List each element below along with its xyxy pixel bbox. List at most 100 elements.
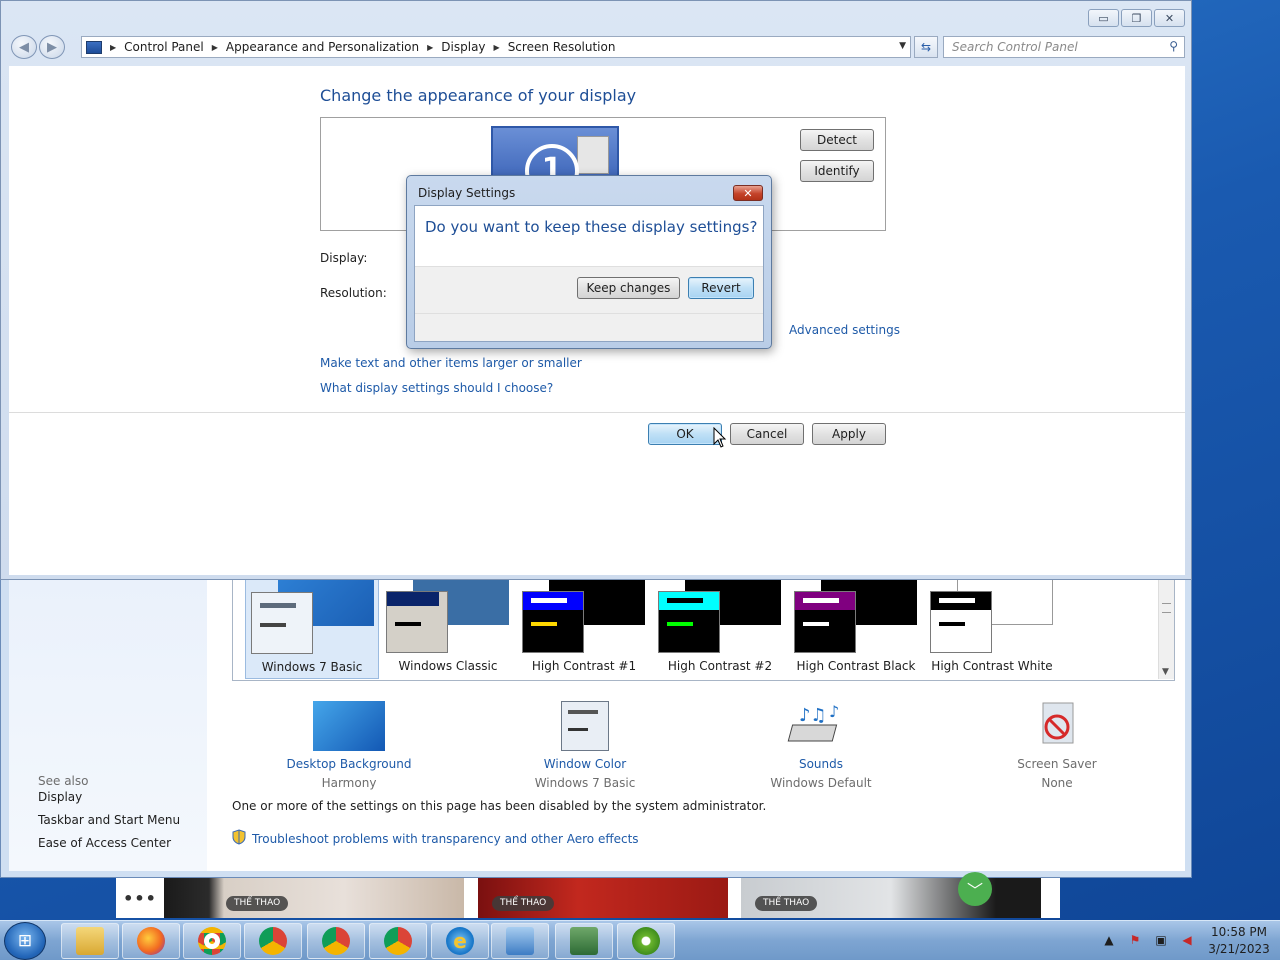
- theme-high-contrast-white[interactable]: High Contrast White: [925, 579, 1059, 679]
- svg-text:♪: ♪: [829, 702, 839, 721]
- search-input[interactable]: Search Control Panel ⚲: [943, 36, 1185, 58]
- desktop-background-link[interactable]: Desktop Background: [259, 757, 439, 771]
- dialog-close-button[interactable]: ✕: [733, 185, 763, 201]
- taskbar-chrome-profile-3[interactable]: [369, 923, 427, 959]
- wallpaper-icon: [313, 701, 385, 751]
- news-tag: THỂ THAO: [492, 896, 555, 911]
- taskbar-chrome-profile-1[interactable]: [244, 923, 302, 959]
- window-color-item[interactable]: Window Color Windows 7 Basic: [495, 701, 675, 790]
- taskbar-firefox[interactable]: [122, 923, 180, 959]
- sounds-link[interactable]: Sounds: [731, 757, 911, 771]
- sounds-item[interactable]: ♪♫ ♪ Sounds Windows Default: [731, 701, 911, 790]
- screen-saver-item[interactable]: Screen Saver None: [967, 701, 1147, 790]
- detect-button[interactable]: Detect: [800, 129, 874, 151]
- display-help-link[interactable]: What display settings should I choose?: [320, 381, 553, 395]
- scroll-down-icon[interactable]: ▼: [1162, 667, 1169, 677]
- dialog-footer: Keep changes Revert: [415, 266, 763, 341]
- keep-changes-button[interactable]: Keep changes: [577, 277, 680, 299]
- cancel-button[interactable]: Cancel: [730, 423, 804, 445]
- dialog-question: Do you want to keep these display settin…: [425, 218, 758, 236]
- taskbar-chrome[interactable]: [183, 923, 241, 959]
- theme-label: High Contrast #1: [531, 659, 637, 673]
- show-hidden-icons-icon[interactable]: ▲: [1100, 933, 1118, 949]
- breadcrumb-screen-resolution[interactable]: Screen Resolution: [508, 40, 616, 54]
- themes-scrollbar[interactable]: ▼: [1158, 579, 1174, 679]
- theme-windows-7-basic[interactable]: Windows 7 Basic: [245, 579, 379, 679]
- troubleshoot-link[interactable]: Troubleshoot problems with transparency …: [232, 829, 639, 848]
- network-icon[interactable]: ▣: [1152, 933, 1170, 949]
- breadcrumb-control-panel[interactable]: Control Panel: [124, 40, 204, 54]
- advanced-settings-link[interactable]: Advanced settings: [789, 323, 900, 337]
- maximize-button[interactable]: ❐: [1121, 9, 1152, 27]
- news-thumbnail[interactable]: THỂ THAO: [741, 878, 1041, 918]
- theme-label: High Contrast Black: [796, 659, 916, 673]
- taskbar-coccoc[interactable]: [617, 923, 675, 959]
- see-also-display-link[interactable]: Display: [38, 790, 82, 804]
- window-color-icon: [561, 701, 609, 751]
- screen-saver-link[interactable]: Screen Saver: [967, 757, 1147, 771]
- clock[interactable]: 10:58 PM 3/21/2023: [1204, 924, 1274, 958]
- page-title: Change the appearance of your display: [320, 86, 637, 105]
- news-thumbnail[interactable]: THỂ THAO: [164, 878, 464, 918]
- shield-icon: [232, 829, 246, 848]
- news-thumbnail[interactable]: THỂ THAO: [478, 878, 728, 918]
- volume-muted-icon[interactable]: ◀: [1178, 933, 1196, 949]
- control-panel-icon: [506, 927, 534, 955]
- theme-high-contrast-1[interactable]: High Contrast #1: [517, 579, 651, 679]
- scrollbar-grip[interactable]: [1162, 603, 1171, 613]
- theme-windows-classic[interactable]: Windows Classic: [381, 579, 515, 679]
- news-tag: THỂ THAO: [755, 896, 818, 911]
- back-button[interactable]: ◀: [11, 35, 37, 59]
- divider: [9, 412, 1185, 413]
- breadcrumb-chevron-icon[interactable]: ▶: [494, 43, 500, 52]
- theme-high-contrast-black[interactable]: High Contrast Black: [789, 579, 923, 679]
- taskbar-file-explorer[interactable]: [61, 923, 119, 959]
- breadcrumb-appearance[interactable]: Appearance and Personalization: [226, 40, 419, 54]
- restore-icon: ❐: [1131, 11, 1142, 25]
- refresh-button[interactable]: ⇆: [914, 36, 938, 58]
- breadcrumb-chevron-icon[interactable]: ▶: [212, 43, 218, 52]
- identify-button[interactable]: Identify: [800, 160, 874, 182]
- more-options-button[interactable]: •••: [116, 878, 164, 918]
- desktop-background-item[interactable]: Desktop Background Harmony: [259, 701, 439, 790]
- taskbar-internet-explorer[interactable]: e: [431, 923, 489, 959]
- resolution-label: Resolution:: [320, 286, 387, 300]
- ok-button[interactable]: OK: [648, 423, 722, 445]
- personalization-window: See also Display Taskbar and Start Menu …: [0, 578, 1192, 878]
- minimize-button[interactable]: ▭: [1088, 9, 1119, 27]
- taskbar-remote-desktop[interactable]: [555, 923, 613, 959]
- breadcrumb-display[interactable]: Display: [441, 40, 485, 54]
- window-color-link[interactable]: Window Color: [495, 757, 675, 771]
- sounds-icon: ♪♫ ♪: [785, 701, 857, 751]
- dialog-title: Display Settings: [418, 186, 516, 200]
- file-explorer-icon: [76, 927, 104, 955]
- theme-label: Windows Classic: [398, 659, 498, 673]
- internet-explorer-icon: e: [446, 927, 474, 955]
- text-size-link[interactable]: Make text and other items larger or smal…: [320, 356, 582, 370]
- start-button[interactable]: ⊞: [4, 922, 46, 960]
- apply-button[interactable]: Apply: [812, 423, 886, 445]
- forward-button[interactable]: ▶: [39, 35, 65, 59]
- dialog-body: Do you want to keep these display settin…: [414, 205, 764, 342]
- address-bar[interactable]: ▶ Control Panel ▶ Appearance and Persona…: [81, 36, 911, 58]
- search-icon[interactable]: ⚲: [1169, 39, 1178, 53]
- address-dropdown-icon[interactable]: ▼: [899, 41, 906, 51]
- window-color-value: Windows 7 Basic: [534, 776, 636, 790]
- see-also-taskbar-link[interactable]: Taskbar and Start Menu: [38, 813, 180, 827]
- news-tag: THỂ THAO: [226, 896, 289, 911]
- breadcrumb-chevron-icon[interactable]: ▶: [427, 43, 433, 52]
- close-icon: ✕: [1164, 11, 1175, 25]
- document-icon: [577, 136, 609, 174]
- news-strip: ••• THỂ THAO THỂ THAO THỂ THAO ﹀: [116, 872, 1060, 918]
- close-button[interactable]: ✕: [1154, 9, 1185, 27]
- theme-high-contrast-2[interactable]: High Contrast #2: [653, 579, 787, 679]
- chevron-down-icon[interactable]: ﹀: [958, 872, 992, 906]
- action-center-flag-icon[interactable]: ⚑: [1126, 933, 1144, 949]
- windows-logo-icon: ⊞: [17, 931, 33, 951]
- refresh-icon: ⇆: [920, 40, 932, 54]
- taskbar-chrome-profile-2[interactable]: [307, 923, 365, 959]
- chrome-profile-icon: [384, 927, 412, 955]
- revert-button[interactable]: Revert: [688, 277, 754, 299]
- see-also-ease-of-access-link[interactable]: Ease of Access Center: [38, 836, 171, 850]
- taskbar-control-panel[interactable]: [491, 923, 549, 959]
